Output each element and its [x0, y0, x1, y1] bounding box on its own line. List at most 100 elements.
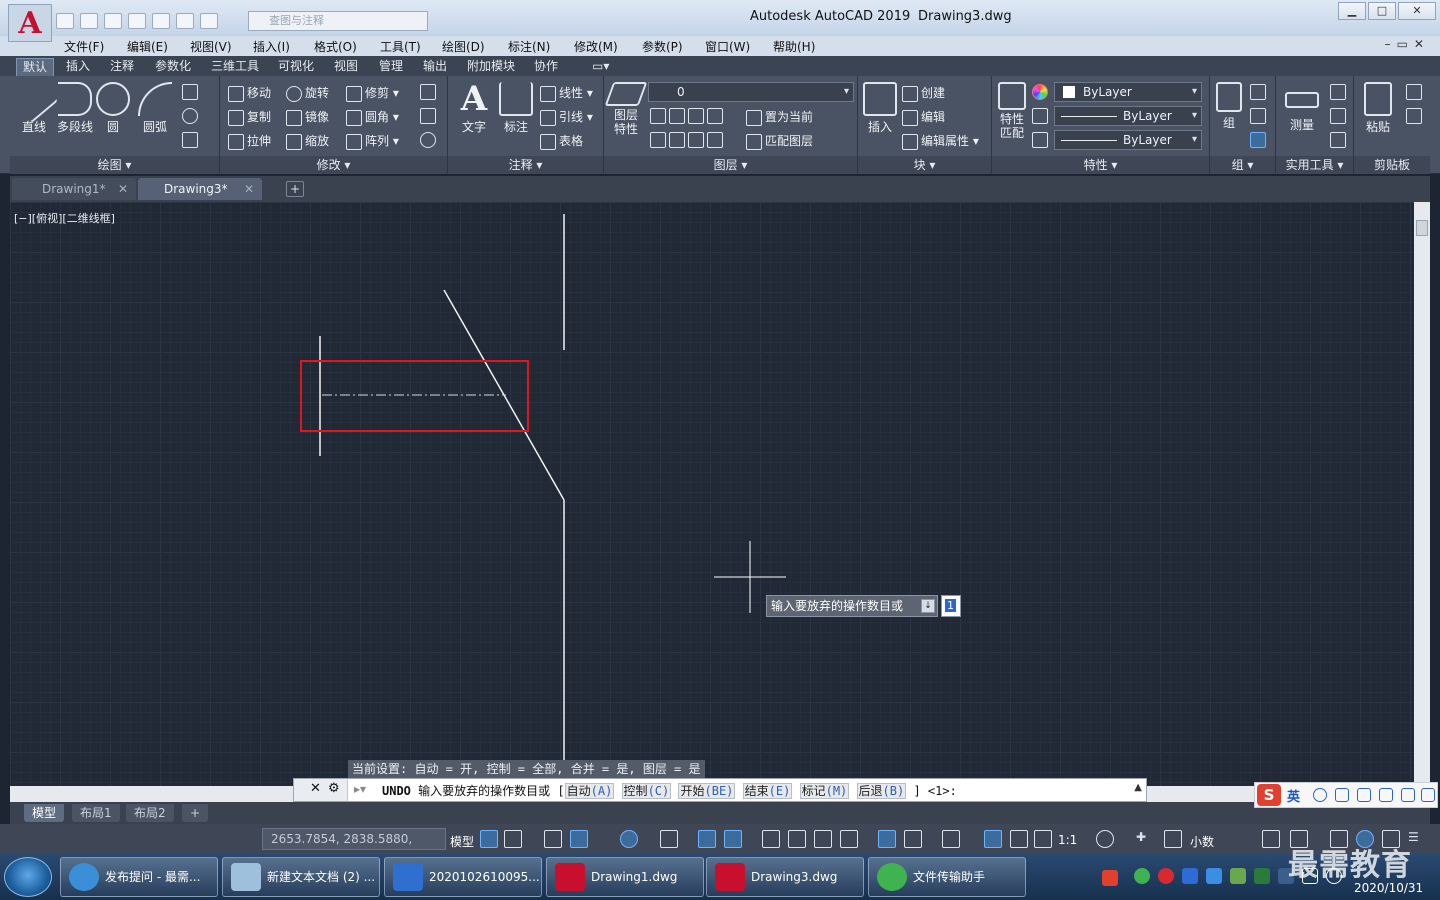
- explode-button[interactable]: [420, 108, 439, 124]
- polar-icon[interactable]: [620, 830, 638, 848]
- menu-parametric[interactable]: 参数(P): [642, 38, 683, 55]
- ribbon-display-toggle-icon[interactable]: ▭▾: [586, 58, 615, 76]
- annotation-scale-value[interactable]: 1:1: [1058, 833, 1077, 847]
- auto-scale-icon[interactable]: [1010, 830, 1028, 848]
- cut-icon[interactable]: [1406, 84, 1425, 100]
- command-line[interactable]: ✕ ⚙ ▸▾ UNDO 输入要放弃的操作数目或 [自动(A) 控制(C) 开始(…: [293, 778, 1147, 802]
- add-layout-icon[interactable]: +: [182, 804, 209, 822]
- arc-button[interactable]: 圆弧: [138, 82, 172, 135]
- undo-icon[interactable]: [176, 13, 194, 29]
- option-begin[interactable]: 开始(BE): [678, 783, 736, 799]
- create-block-button[interactable]: 创建: [902, 84, 945, 102]
- layer-properties-button[interactable]: 图层 特性: [604, 82, 648, 136]
- match-properties-button[interactable]: 特性 匹配: [996, 82, 1028, 140]
- panel-title-groups[interactable]: 组 ▾: [1210, 156, 1275, 174]
- option-mark[interactable]: 标记(M): [799, 783, 850, 799]
- application-menu-button[interactable]: A: [8, 4, 52, 42]
- rectangle-button[interactable]: [182, 84, 201, 100]
- wechat-tray-icon[interactable]: [1134, 868, 1150, 884]
- quick-properties-icon[interactable]: [1262, 830, 1280, 848]
- doc-tab-drawing1[interactable]: Drawing1* ✕: [12, 178, 136, 200]
- rotate-button[interactable]: 旋转: [286, 84, 329, 102]
- nvidia-tray-icon[interactable]: [1254, 868, 1270, 884]
- dynamic-ucs-icon[interactable]: [878, 830, 896, 848]
- grid-icon[interactable]: [480, 830, 498, 848]
- option-back[interactable]: 后退(B): [856, 783, 907, 799]
- taskbar-item-wechat[interactable]: 文件传输助手: [868, 857, 1026, 897]
- menu-format[interactable]: 格式(O): [314, 38, 357, 55]
- quick-select-icon[interactable]: [1330, 84, 1349, 100]
- object-snap-tracking-icon[interactable]: [698, 830, 716, 848]
- redo-icon[interactable]: [200, 13, 218, 29]
- menu-insert[interactable]: 插入(I): [253, 38, 290, 55]
- array-button[interactable]: 阵列 ▾: [346, 132, 399, 150]
- linear-button[interactable]: 线性 ▾: [540, 84, 593, 102]
- sogou-tray-icon[interactable]: [1102, 870, 1118, 886]
- customize-wrench-icon[interactable]: ⚙: [328, 781, 340, 796]
- skin-icon[interactable]: [1401, 788, 1415, 802]
- app-tray-icon[interactable]: [1230, 868, 1246, 884]
- save-as-icon[interactable]: [128, 13, 146, 29]
- trim-button[interactable]: 修剪 ▾: [346, 84, 399, 102]
- tab-insert[interactable]: 插入: [60, 58, 96, 76]
- coordinates-display[interactable]: 2653.7854, 2838.5880, 0.0000: [262, 828, 446, 866]
- taskbar-item-notepad[interactable]: 新建文本文档 (2) ...: [222, 857, 380, 897]
- line-button[interactable]: 直线: [10, 75, 58, 135]
- close-tab-icon[interactable]: ✕: [118, 178, 128, 200]
- menu-view[interactable]: 视图(V): [190, 38, 232, 55]
- group-button[interactable]: 组: [1214, 82, 1244, 131]
- set-current-button[interactable]: 置为当前: [746, 108, 813, 126]
- panel-title-modify[interactable]: 修改 ▾: [220, 156, 447, 174]
- taskbar-item-wps[interactable]: 2020102610095...: [384, 857, 542, 897]
- dimension-button[interactable]: 标注: [496, 82, 536, 135]
- menu-help[interactable]: 帮助(H): [773, 38, 815, 55]
- annotation-scale-icon[interactable]: [1034, 830, 1052, 848]
- tab-3d-tools[interactable]: 三维工具: [205, 58, 265, 76]
- units-value[interactable]: 小数: [1190, 833, 1214, 850]
- option-auto[interactable]: 自动(A): [564, 783, 615, 799]
- moon-icon[interactable]: [1313, 788, 1327, 802]
- new-tab-icon[interactable]: +: [286, 181, 304, 197]
- sogou-logo-icon[interactable]: S: [1257, 784, 1281, 806]
- gizmo-icon[interactable]: [942, 830, 960, 848]
- fillet-button[interactable]: 圆角 ▾: [346, 108, 399, 126]
- copy-clip-icon[interactable]: [1406, 108, 1425, 124]
- paste-button[interactable]: 粘贴: [1360, 82, 1396, 135]
- move-button[interactable]: 移动: [228, 84, 271, 102]
- color-combo[interactable]: ByLayer: [1054, 82, 1202, 102]
- edit-block-button[interactable]: 编辑: [902, 108, 945, 126]
- scroll-thumb[interactable]: [1416, 220, 1428, 236]
- option-control[interactable]: 控制(C): [621, 783, 672, 799]
- ungroup-icon[interactable]: [1250, 84, 1269, 100]
- ime-settings-icon[interactable]: [1421, 788, 1435, 802]
- tab-collaborate[interactable]: 协作: [528, 58, 564, 76]
- menu-edit[interactable]: 编辑(E): [127, 38, 168, 55]
- stretch-button[interactable]: 拉伸: [228, 132, 271, 150]
- taskbar-item-drawing1[interactable]: Drawing1.dwg: [546, 857, 704, 897]
- edit-attributes-button[interactable]: 编辑属性 ▾: [902, 132, 979, 150]
- linetype-combo[interactable]: ByLayer: [1054, 106, 1202, 126]
- panel-title-block[interactable]: 块 ▾: [858, 156, 991, 174]
- hatch-button[interactable]: [182, 108, 201, 124]
- annotation-visibility-icon[interactable]: [984, 830, 1002, 848]
- layer-tools-row-2[interactable]: [650, 132, 726, 148]
- scale-button[interactable]: 缩放: [286, 132, 329, 150]
- layer-tools-row-1[interactable]: [650, 108, 726, 124]
- vertical-scrollbar[interactable]: [1414, 202, 1430, 786]
- infer-constraints-icon[interactable]: [544, 830, 562, 848]
- layout-tab-layout1[interactable]: 布局1: [72, 804, 120, 822]
- close-icon[interactable]: ✕: [1398, 2, 1436, 20]
- panel-title-utilities[interactable]: 实用工具 ▾: [1276, 156, 1353, 174]
- workspace-combo[interactable]: 查图与注释: [248, 11, 428, 31]
- close-command-icon[interactable]: ✕: [310, 781, 321, 796]
- workspace-gear-icon[interactable]: [1096, 830, 1114, 848]
- menu-draw[interactable]: 绘图(D): [442, 38, 485, 55]
- text-button[interactable]: A 文字: [456, 80, 492, 135]
- punctuation-icon[interactable]: [1335, 788, 1349, 802]
- measure-button[interactable]: 测量: [1284, 82, 1320, 133]
- copy-button[interactable]: 复制: [228, 108, 271, 126]
- match-layer-button[interactable]: 匹配图层: [746, 132, 813, 150]
- recent-commands-icon[interactable]: ▸▾: [354, 782, 366, 796]
- new-icon[interactable]: [56, 13, 74, 29]
- gradient-button[interactable]: [182, 132, 201, 148]
